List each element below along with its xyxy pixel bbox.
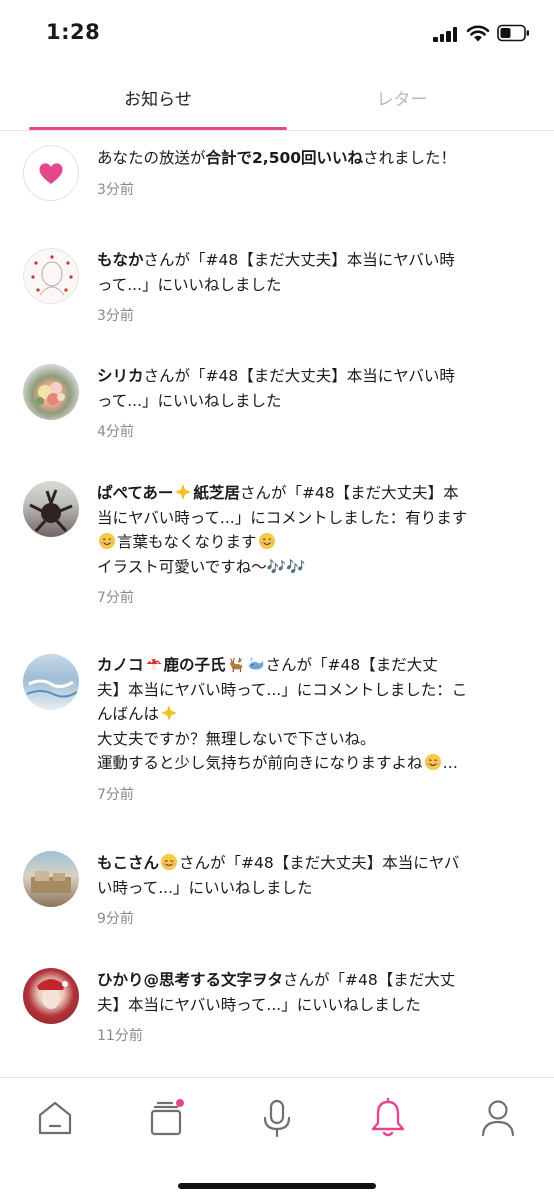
user-name[interactable]: もなか — [97, 251, 144, 269]
notification-text: カノコ 鹿の子氏 さんが「#48【まだ大丈 夫】本当にヤバい時って...」にコメント… — [97, 653, 530, 776]
status-bar: 1:28 — [0, 0, 554, 68]
home-icon[interactable] — [33, 1096, 77, 1140]
notification-text-part: … — [442, 754, 459, 772]
notification-text-part: って...」にいいねしました — [97, 391, 282, 410]
notification-text-part: 運動すると少し気持ちが前向きになりますよね — [97, 754, 423, 772]
user-avatar-image — [26, 679, 78, 698]
notification-text-part: 当にヤバい時って...」にコメントしました：有ります — [97, 508, 468, 527]
notification-text: もこさん さんが「#48【まだ大丈夫】本当にヤバ い時って...」にいいねしました — [97, 851, 530, 900]
notification-time: 3分前 — [97, 308, 134, 324]
notification-text: シリカさんが「#48【まだ大丈夫】本当にヤバい時 って...」にいいねしました — [97, 364, 530, 413]
notification-text-part: んばんは — [97, 705, 160, 723]
notification-text: もなかさんが「#48【まだ大丈夫】本当にヤバい時 って...」にいいねしました — [97, 248, 530, 297]
cellular-signal-icon — [433, 26, 459, 42]
mushroom-emoji — [146, 658, 161, 671]
notification-time: 3分前 — [97, 181, 134, 198]
notification-text: ひかり@思考する文字ヲタさんが「#48【まだ大丈 夫】本当にヤバい時って...」… — [97, 968, 530, 1017]
user-avatar-image — [31, 871, 71, 893]
avatar[interactable] — [23, 481, 79, 537]
notification-time: 7分前 — [97, 590, 134, 606]
new-badge-dot — [176, 1099, 184, 1107]
user-name-part[interactable]: 鹿の子氏 — [164, 656, 226, 674]
avatar[interactable] — [23, 364, 79, 420]
wifi-icon — [466, 25, 490, 42]
battery-icon — [497, 24, 529, 42]
home-indicator — [178, 1183, 376, 1189]
status-time: 1:28 — [46, 20, 101, 44]
notification-text-part: さんが「#48【まだ大丈 — [283, 971, 456, 989]
active-tab-indicator — [29, 127, 287, 130]
notification-highlight: 合計で2,500回いいね — [205, 149, 364, 167]
whale-emoji — [248, 657, 263, 670]
notification-item[interactable]: もなかさんが「#48【まだ大丈夫】本当にヤバい時 って...」にいいねしました … — [0, 234, 554, 350]
heart-icon — [39, 163, 63, 184]
notification-text-part: さんが「#48【まだ大丈夫】本 — [239, 484, 459, 502]
user-name[interactable]: カノコ — [97, 656, 144, 674]
notification-list[interactable]: あなたの放送が合計で2,500回いいねされました！ 3分前 もなかさんが「#48… — [0, 132, 554, 1077]
notification-item[interactable]: ひかり@思考する文字ヲタさんが「#48【まだ大丈 夫】本当にヤバい時って...」… — [0, 954, 554, 1070]
notification-text-part: さんが「#48【まだ大丈 — [265, 656, 438, 674]
avatar[interactable] — [23, 654, 79, 710]
notification-text-part: 夫】本当にヤバい時って...」にコメントしました：こ — [97, 680, 468, 699]
notification-tabs: お知らせ レター — [0, 74, 554, 132]
bell-icon[interactable] — [366, 1096, 410, 1140]
notification-text-part: されました！ — [363, 149, 457, 167]
notification-time: 11分前 — [97, 1028, 143, 1044]
person-icon[interactable] — [476, 1096, 520, 1140]
notification-text-part: 言葉もなくなります — [117, 533, 257, 551]
notification-text-part: 大丈夫ですか？無理しないで下さいね。 — [97, 729, 376, 748]
user-name[interactable]: もこさん — [97, 854, 159, 872]
notification-text-part: 夫】本当にヤバい時って...」にいいねしました — [97, 995, 421, 1014]
notification-time: 7分前 — [97, 786, 134, 803]
relaxed-emoji — [160, 853, 178, 871]
notification-text-part: い時って...」にいいねしました — [97, 878, 313, 897]
user-avatar-image — [31, 255, 73, 296]
notification-time: 9分前 — [97, 911, 134, 927]
notification-text-part: あなたの放送が — [97, 149, 206, 167]
notification-text: あなたの放送が合計で2,500回いいねされました！ — [97, 146, 530, 171]
notification-item[interactable]: もこさん さんが「#48【まだ大丈夫】本当にヤバ い時って...」にいいねしました… — [0, 837, 554, 954]
notification-item[interactable]: あなたの放送が合計で2,500回いいねされました！ 3分前 — [0, 132, 554, 234]
smile-emoji — [258, 532, 275, 550]
microphone-icon[interactable] — [255, 1096, 299, 1140]
avatar[interactable] — [23, 851, 79, 907]
bottom-navigation — [0, 1077, 554, 1201]
smile-emoji — [98, 532, 116, 550]
notification-item[interactable]: カノコ 鹿の子氏 さんが「#48【まだ大丈 夫】本当にヤバい時って...」にコメント… — [0, 639, 554, 837]
notification-text-part: イラスト可愛いですね〜🎶🎶 — [97, 557, 306, 576]
notification-text-part: さんが「#48【まだ大丈夫】本当にヤバい時 — [143, 251, 455, 269]
notification-item[interactable] — [0, 1070, 554, 1077]
sparkle-star-emoji — [175, 483, 192, 501]
tab-notices[interactable]: お知らせ — [29, 74, 287, 130]
notification-item[interactable]: ぱぺてあー 紙芝居さんが「#48【まだ大丈夫】本 当にヤバい時って...」にコメン… — [0, 467, 554, 639]
notification-text: ぱぺてあー 紙芝居さんが「#48【まだ大丈夫】本 当にヤバい時って...」にコメン… — [97, 481, 530, 579]
user-avatar-image — [29, 489, 73, 533]
tabs-divider — [0, 130, 554, 131]
cards-icon[interactable] — [144, 1096, 188, 1140]
notification-text-part: さんが「#48【まだ大丈夫】本当にヤバ — [179, 854, 460, 872]
avatar[interactable] — [23, 248, 79, 304]
avatar[interactable] — [23, 968, 79, 1024]
user-avatar-image — [36, 382, 65, 405]
user-name-part[interactable]: 紙芝居 — [193, 484, 240, 502]
user-avatar-image — [37, 979, 68, 1009]
notification-text-part: さんが「#48【まだ大丈夫】本当にヤバい時 — [143, 367, 455, 385]
user-name[interactable]: ひかり@思考する文字ヲタ — [97, 971, 283, 989]
user-name[interactable]: シリカ — [97, 367, 144, 385]
heart-avatar — [23, 145, 79, 201]
notification-item[interactable]: シリカさんが「#48【まだ大丈夫】本当にヤバい時 って...」にいいねしました … — [0, 350, 554, 467]
tab-letters[interactable]: レター — [273, 74, 531, 130]
deer-emoji — [229, 657, 242, 673]
smile-emoji — [424, 753, 441, 771]
notification-text-part: って...」にいいねしました — [97, 275, 282, 294]
notification-time: 4分前 — [97, 424, 134, 440]
user-name[interactable]: ぱぺてあー — [97, 484, 173, 502]
sparkle-star-emoji — [160, 704, 178, 722]
